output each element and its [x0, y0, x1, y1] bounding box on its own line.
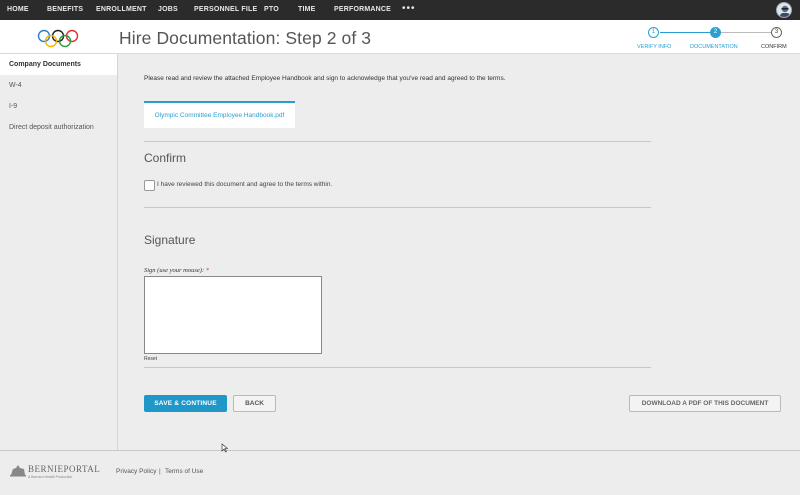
confirm-heading: Confirm — [144, 151, 187, 165]
step-3-label: CONFIRM — [761, 44, 787, 50]
olympic-rings-logo — [37, 29, 79, 48]
nav-jobs[interactable]: JOBS — [158, 6, 178, 13]
nav-pto[interactable]: PTO — [264, 6, 279, 13]
document-link[interactable]: Olympic Committee Employee Handbook.pdf — [144, 101, 295, 128]
divider — [144, 141, 651, 142]
nav-benefits[interactable]: BENEFITS — [47, 6, 83, 13]
sidebar-item-company-documents[interactable]: Company Documents — [0, 54, 117, 75]
bernieportal-dog-logo-icon — [10, 465, 26, 477]
footer: BERNIEPORTAL A Bernard Health Production… — [0, 450, 800, 495]
sidebar: Company Documents W-4 I-9 Direct deposit… — [0, 54, 118, 450]
nav-enrollment[interactable]: ENROLLMENT — [96, 6, 147, 13]
agree-checkbox[interactable] — [144, 180, 155, 191]
step-1-circle: 1 — [648, 27, 659, 38]
footer-brand: BERNIEPORTAL — [28, 464, 101, 474]
divider — [144, 207, 651, 208]
user-avatar[interactable] — [776, 2, 792, 18]
nav-time[interactable]: TIME — [298, 6, 316, 13]
signature-pad[interactable] — [144, 276, 322, 354]
agree-checkbox-label: I have reviewed this document and agree … — [157, 181, 333, 188]
page-header: Hire Documentation: Step 2 of 3 1 2 3 VE… — [0, 20, 800, 54]
step-2-circle: 2 — [710, 27, 721, 38]
sidebar-item-w4[interactable]: W-4 — [0, 75, 117, 96]
top-navigation-bar: HOME BENEFITS ENROLLMENT JOBS PERSONNEL … — [0, 0, 800, 20]
nav-more-icon[interactable]: ••• — [402, 3, 416, 14]
nav-performance[interactable]: PERFORMANCE — [334, 6, 391, 13]
step-2-label: DOCUMENTATION — [690, 44, 738, 50]
sidebar-item-direct-deposit[interactable]: Direct deposit authorization — [0, 117, 117, 138]
main-content: Please read and review the attached Empl… — [119, 54, 800, 450]
download-pdf-button[interactable]: DOWNLOAD A PDF OF THIS DOCUMENT — [629, 395, 781, 412]
terms-of-use-link[interactable]: Terms of Use — [165, 468, 203, 475]
footer-separator: | — [159, 468, 161, 475]
signature-heading: Signature — [144, 233, 196, 247]
reset-signature-link[interactable]: Reset — [144, 356, 157, 362]
divider — [144, 367, 651, 368]
page-title: Hire Documentation: Step 2 of 3 — [119, 28, 372, 48]
avatar-icon — [780, 5, 790, 17]
step-1-label: VERIFY INFO — [637, 44, 672, 50]
privacy-policy-link[interactable]: Privacy Policy — [116, 468, 156, 475]
back-button[interactable]: BACK — [233, 395, 276, 412]
stepper-line-pending — [720, 32, 772, 33]
required-mark: * — [206, 267, 210, 274]
step-3-circle: 3 — [771, 27, 782, 38]
nav-home[interactable]: HOME — [7, 6, 29, 13]
mouse-cursor-icon — [221, 443, 229, 453]
signature-field-label: Sign (use your mouse): * — [144, 267, 210, 274]
save-continue-button[interactable]: SAVE & CONTINUE — [144, 395, 227, 412]
intro-text: Please read and review the attached Empl… — [144, 75, 506, 82]
stepper-line-complete — [660, 32, 710, 33]
nav-personnel-file[interactable]: PERSONNEL FILE — [194, 6, 257, 13]
sidebar-item-i9[interactable]: I-9 — [0, 96, 117, 117]
footer-brand-tagline: A Bernard Health Production — [28, 475, 73, 479]
